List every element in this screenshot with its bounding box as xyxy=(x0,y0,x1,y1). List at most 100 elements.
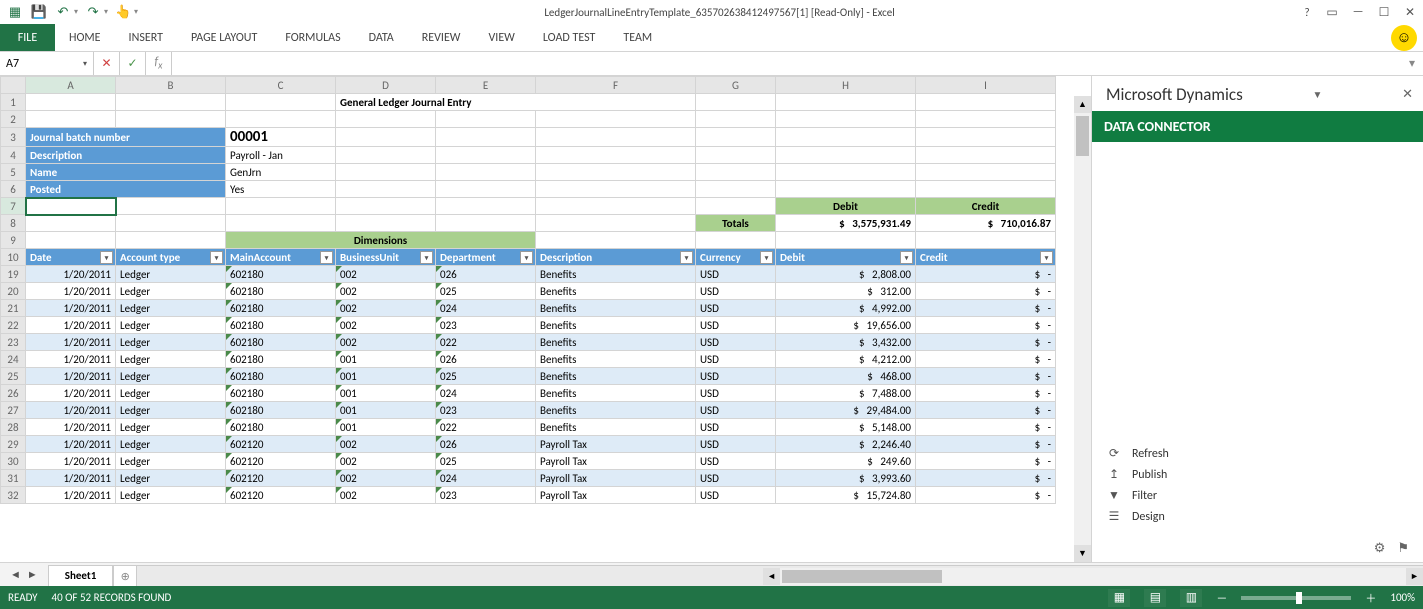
cell-description[interactable]: Benefits xyxy=(536,419,696,436)
sheet-nav-last-icon[interactable]: ► xyxy=(27,568,38,581)
cell-currency[interactable]: USD xyxy=(696,419,776,436)
taskpane-menu-icon[interactable]: ▼ xyxy=(1312,88,1322,101)
cell-credit[interactable]: $ - xyxy=(916,368,1056,385)
name-box[interactable]: A7 ▾ xyxy=(0,52,94,75)
header-label[interactable]: Posted xyxy=(26,181,226,198)
horizontal-scroll-thumb[interactable] xyxy=(782,570,942,583)
cell-department[interactable]: 025 xyxy=(436,368,536,385)
cell-date[interactable]: 1/20/2011 xyxy=(26,470,116,487)
table-header-credit[interactable]: Credit▾ xyxy=(916,249,1056,266)
cell-main-account[interactable]: 602180 xyxy=(226,283,336,300)
cell[interactable] xyxy=(776,111,916,128)
cell[interactable] xyxy=(916,232,1056,249)
cell-credit[interactable]: $ - xyxy=(916,470,1056,487)
cell[interactable] xyxy=(696,181,776,198)
header-value[interactable]: GenJrn xyxy=(226,164,336,181)
cell-credit[interactable]: $ - xyxy=(916,436,1056,453)
header-label[interactable]: Name xyxy=(26,164,226,181)
new-sheet-button[interactable]: ⊕ xyxy=(113,565,137,586)
row-header-22[interactable]: 22 xyxy=(1,317,26,334)
save-icon[interactable]: 💾 xyxy=(30,3,48,21)
cell[interactable] xyxy=(696,128,776,147)
cell[interactable] xyxy=(776,232,916,249)
cell-currency[interactable]: USD xyxy=(696,385,776,402)
cell-debit[interactable]: $ 2,246.40 xyxy=(776,436,916,453)
cell-department[interactable]: 026 xyxy=(436,351,536,368)
cell[interactable] xyxy=(116,232,226,249)
row-header-20[interactable]: 20 xyxy=(1,283,26,300)
cell-credit[interactable]: $ - xyxy=(916,300,1056,317)
row-header-19[interactable]: 19 xyxy=(1,266,26,283)
cell-account-type[interactable]: Ledger xyxy=(116,300,226,317)
touch-mode-icon[interactable]: 👆 xyxy=(114,3,132,21)
cell[interactable] xyxy=(696,198,776,215)
cell-date[interactable]: 1/20/2011 xyxy=(26,334,116,351)
totals-label[interactable]: Totals xyxy=(696,215,776,232)
table-header-description[interactable]: Description▾ xyxy=(536,249,696,266)
cell[interactable] xyxy=(436,198,536,215)
credit-total[interactable]: $ 710,016.87 xyxy=(916,215,1056,232)
cancel-formula-icon[interactable]: ✕ xyxy=(94,52,120,75)
cell[interactable] xyxy=(776,181,916,198)
cell-currency[interactable]: USD xyxy=(696,351,776,368)
spreadsheet-grid[interactable]: ABCDEFGHI1General Ledger Journal Entry23… xyxy=(0,76,1091,562)
cell-debit[interactable]: $ 7,488.00 xyxy=(776,385,916,402)
cell[interactable] xyxy=(916,147,1056,164)
cell-credit[interactable]: $ - xyxy=(916,351,1056,368)
col-header-H[interactable]: H xyxy=(776,77,916,94)
accept-formula-icon[interactable]: ✓ xyxy=(120,52,146,75)
row-header-25[interactable]: 25 xyxy=(1,368,26,385)
cell-account-type[interactable]: Ledger xyxy=(116,436,226,453)
cell-business-unit[interactable]: 001 xyxy=(336,351,436,368)
cell-description[interactable]: Benefits xyxy=(536,300,696,317)
row-header-32[interactable]: 32 xyxy=(1,487,26,504)
cell-department[interactable]: 025 xyxy=(436,283,536,300)
filter-dropdown-icon[interactable]: ▾ xyxy=(520,251,533,264)
page-layout-view-icon[interactable]: ▤ xyxy=(1144,589,1166,607)
cell-date[interactable]: 1/20/2011 xyxy=(26,351,116,368)
feedback-smiley-icon[interactable]: ☺ xyxy=(1391,25,1417,51)
cell-main-account[interactable]: 602120 xyxy=(226,436,336,453)
cell-date[interactable]: 1/20/2011 xyxy=(26,266,116,283)
cell-account-type[interactable]: Ledger xyxy=(116,453,226,470)
cell[interactable] xyxy=(226,111,336,128)
cell-currency[interactable]: USD xyxy=(696,487,776,504)
cell-date[interactable]: 1/20/2011 xyxy=(26,385,116,402)
table-header-debit[interactable]: Debit▾ xyxy=(776,249,916,266)
cell-account-type[interactable]: Ledger xyxy=(116,283,226,300)
cell-credit[interactable]: $ - xyxy=(916,317,1056,334)
zoom-out-icon[interactable]: － xyxy=(1216,590,1227,606)
undo-dropdown-icon[interactable]: ▾ xyxy=(74,7,78,17)
cell-business-unit[interactable]: 002 xyxy=(336,266,436,283)
cell-department[interactable]: 022 xyxy=(436,334,536,351)
cell-account-type[interactable]: Ledger xyxy=(116,470,226,487)
row-header-3[interactable]: 3 xyxy=(1,128,26,147)
cell[interactable] xyxy=(26,94,116,111)
normal-view-icon[interactable]: ▦ xyxy=(1108,589,1130,607)
cell[interactable] xyxy=(26,215,116,232)
row-header-8[interactable]: 8 xyxy=(1,215,26,232)
cell[interactable] xyxy=(226,198,336,215)
table-header-account type[interactable]: Account type▾ xyxy=(116,249,226,266)
cell-currency[interactable]: USD xyxy=(696,402,776,419)
maximize-button[interactable]: ☐ xyxy=(1371,1,1397,23)
vertical-scrollbar[interactable]: ▲ ▼ xyxy=(1074,96,1091,562)
credit-header[interactable]: Credit xyxy=(916,198,1056,215)
cell-date[interactable]: 1/20/2011 xyxy=(26,419,116,436)
col-header-E[interactable]: E xyxy=(436,77,536,94)
cell-account-type[interactable]: Ledger xyxy=(116,368,226,385)
cell-main-account[interactable]: 602180 xyxy=(226,385,336,402)
cell-department[interactable]: 023 xyxy=(436,402,536,419)
cell[interactable] xyxy=(116,215,226,232)
cell[interactable] xyxy=(536,111,696,128)
close-button[interactable]: ✕ xyxy=(1397,1,1423,23)
cell[interactable] xyxy=(436,164,536,181)
cell-account-type[interactable]: Ledger xyxy=(116,317,226,334)
cell-debit[interactable]: $ 4,212.00 xyxy=(776,351,916,368)
ribbon-options-icon[interactable]: ▭ xyxy=(1319,1,1345,23)
filter-dropdown-icon[interactable]: ▾ xyxy=(420,251,433,264)
cell-business-unit[interactable]: 002 xyxy=(336,470,436,487)
filter-dropdown-icon[interactable]: ▾ xyxy=(900,251,913,264)
cell-debit[interactable]: $ 2,808.00 xyxy=(776,266,916,283)
cell-main-account[interactable]: 602180 xyxy=(226,351,336,368)
